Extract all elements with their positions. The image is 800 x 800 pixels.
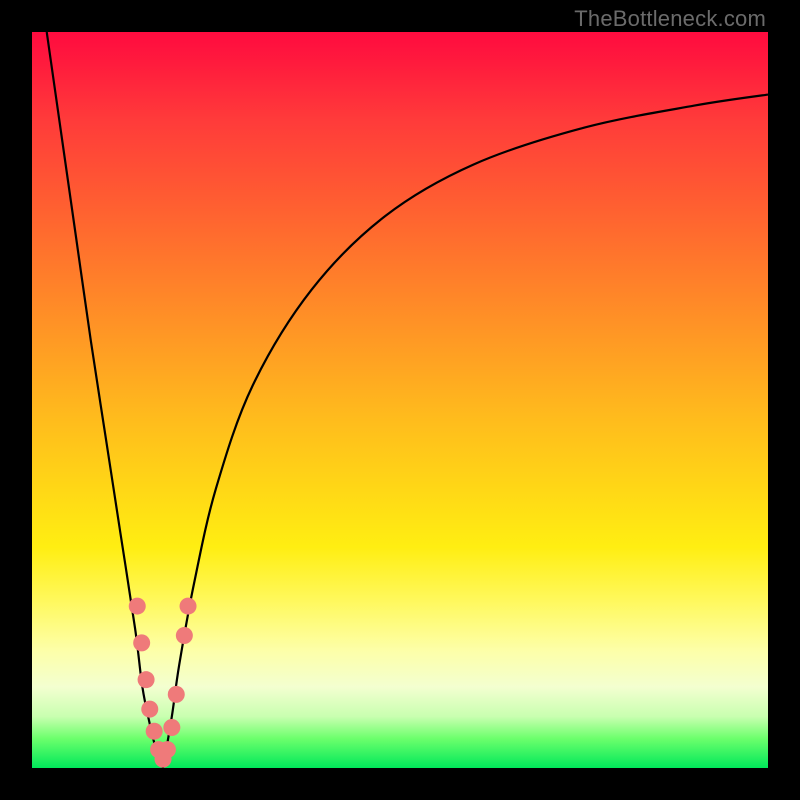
highlight-dot [141, 701, 158, 718]
highlight-dot [133, 634, 150, 651]
highlight-dot [146, 723, 163, 740]
highlight-dot [138, 671, 155, 688]
highlight-dot [180, 598, 197, 615]
highlight-dot [163, 719, 180, 736]
curve-svg [32, 32, 768, 768]
watermark-text: TheBottleneck.com [574, 6, 766, 32]
highlight-dot [176, 627, 193, 644]
highlight-dot [129, 598, 146, 615]
left-branch-curve [47, 32, 163, 768]
highlight-dot [168, 686, 185, 703]
highlight-dot [159, 741, 176, 758]
outer-frame: TheBottleneck.com [0, 0, 800, 800]
plot-area [32, 32, 768, 768]
right-branch-curve [163, 95, 768, 768]
